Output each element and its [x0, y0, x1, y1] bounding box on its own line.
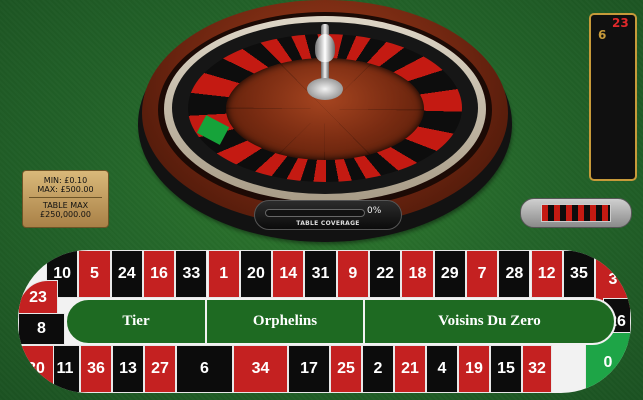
racetrack-number-7[interactable]: 7 — [465, 250, 499, 298]
table-view-toggle[interactable] — [520, 198, 632, 228]
racetrack-number-1[interactable]: 1 — [207, 250, 240, 298]
racetrack-number-15[interactable]: 15 — [490, 345, 522, 393]
racetrack-number-34[interactable]: 34 — [233, 345, 288, 393]
racetrack-number-14[interactable]: 14 — [272, 250, 305, 298]
racetrack-number-22[interactable]: 22 — [369, 250, 402, 298]
racetrack-number-27[interactable]: 27 — [144, 345, 176, 393]
racetrack-number-17[interactable]: 17 — [288, 345, 330, 393]
table-max-title: TABLE MAX — [42, 201, 89, 210]
wheel-turret — [305, 24, 345, 114]
racetrack-number-11[interactable]: 11 — [50, 345, 80, 393]
racetrack-number-16[interactable]: 16 — [142, 250, 176, 298]
table-limits-button[interactable]: MIN: £0.10 MAX: £500.00 TABLE MAX £250,0… — [22, 170, 109, 228]
racetrack-number-13[interactable]: 13 — [112, 345, 144, 393]
racetrack-sections: Tier Orphelins Voisins Du Zero — [65, 298, 616, 345]
racetrack-number-4[interactable]: 4 — [426, 345, 458, 393]
table-max-value: £250,000.00 — [40, 210, 91, 219]
section-orphelins[interactable]: Orphelins — [207, 300, 365, 343]
racetrack-number-19[interactable]: 19 — [458, 345, 490, 393]
racetrack-betting-board: 10 5 24 16 33 1 20 14 31 9 22 18 29 7 28 12 35 11 36 13 27 6 3… — [18, 250, 631, 393]
coverage-percent: 0% — [367, 206, 382, 216]
racetrack-number-29[interactable]: 29 — [433, 250, 466, 298]
table-coverage-meter: 0% TABLE COVERAGE — [254, 200, 402, 230]
max-bet: MAX: £500.00 — [37, 185, 94, 194]
racetrack-number-28[interactable]: 28 — [498, 250, 531, 298]
racetrack-number-6[interactable]: 6 — [176, 345, 233, 393]
coverage-label: TABLE COVERAGE — [296, 220, 360, 227]
racetrack-number-36[interactable]: 36 — [80, 345, 112, 393]
racetrack-number-32[interactable]: 32 — [522, 345, 552, 393]
racetrack-number-24[interactable]: 24 — [110, 250, 143, 298]
min-bet: MIN: £0.10 — [43, 176, 88, 185]
racetrack-number-5[interactable]: 5 — [78, 250, 111, 298]
racetrack-number-9[interactable]: 9 — [336, 250, 369, 298]
racetrack-number-18[interactable]: 18 — [401, 250, 434, 298]
mini-table-icon — [541, 204, 611, 222]
racetrack-number-31[interactable]: 31 — [304, 250, 337, 298]
racetrack-number-21[interactable]: 21 — [394, 345, 426, 393]
racetrack-number-20[interactable]: 20 — [239, 250, 273, 298]
racetrack-number-25[interactable]: 25 — [330, 345, 362, 393]
racetrack-number-33[interactable]: 33 — [175, 250, 208, 298]
history-number: 23 — [612, 16, 629, 30]
racetrack-number-12[interactable]: 12 — [530, 250, 563, 298]
section-voisins-du-zero[interactable]: Voisins Du Zero — [365, 300, 614, 343]
racetrack-number-35[interactable]: 35 — [562, 250, 596, 298]
racetrack-number-2[interactable]: 2 — [362, 345, 394, 393]
results-history: 23 6 — [589, 13, 637, 181]
history-number: 6 — [598, 28, 607, 42]
section-tier[interactable]: Tier — [67, 300, 207, 343]
coverage-bar — [265, 209, 365, 217]
racetrack-number-8[interactable]: 8 — [18, 313, 65, 345]
